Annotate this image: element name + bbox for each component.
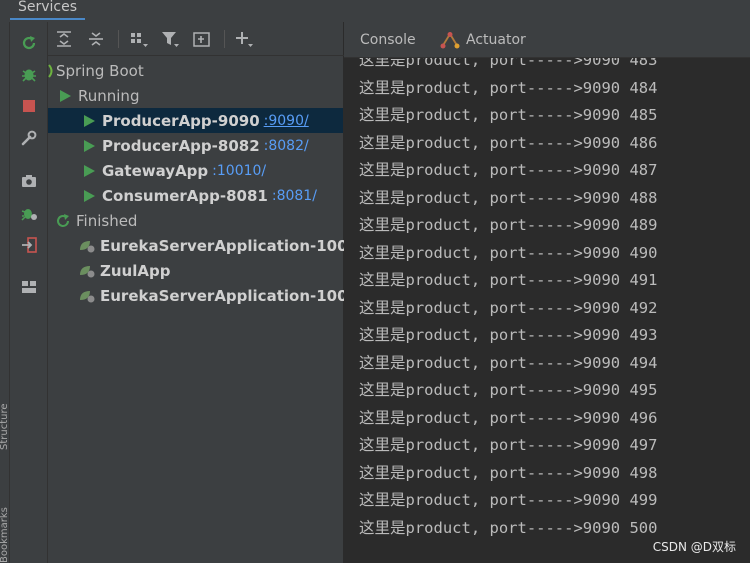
run-status-icon [80,162,98,180]
add-service-button[interactable] [233,28,255,50]
console-line: 这里是product, port----->9090 484 [359,78,658,97]
title-bar: Services [0,0,750,22]
collapse-all-icon [89,32,103,46]
rerun-icon [22,36,36,50]
console-line: 这里是product, port----->9090 493 [359,326,658,344]
app-name: ConsumerApp-8081 [102,186,268,205]
console-line: 这里是product, port----->9090 498 [359,463,658,482]
tree-item-eureka-10086[interactable]: EurekaServerApplication-10086 [78,283,344,308]
tree-item-eureka-10087[interactable]: EurekaServerApplication-10087 [78,233,344,258]
console-line: 这里是product, port----->9090 490 [359,243,658,262]
toolbar-separator [224,30,225,48]
console-tabs: Console Actuator [344,22,750,58]
filter-icon [162,32,179,47]
console-line: 这里是product, port----->9090 500 [359,518,658,537]
expand-all-icon [57,31,71,47]
app-name: ProducerApp-8082 [102,136,260,155]
console-line: 这里是product, port----->9090 487 [359,161,658,179]
tab-label: Actuator [466,32,526,48]
layout-button[interactable] [18,276,40,298]
debug-icon [22,69,36,82]
group-by-button[interactable] [128,28,150,50]
debug-settings-icon [21,209,37,221]
console-lines: 这里是product, port----->9090 483 这里是produc… [359,58,657,542]
add-icon [236,32,253,47]
console-line: 这里是product, port----->9090 495 [359,381,658,399]
run-status-icon [80,187,98,205]
new-service-icon [193,32,210,47]
debug-settings-button[interactable] [18,202,40,224]
run-status-icon [80,112,98,130]
app-name: ProducerApp-9090 [102,111,260,130]
spring-leaf-icon [48,62,54,80]
tree-node-finished[interactable]: Finished [54,208,344,233]
collapse-all-button[interactable] [85,28,107,50]
tree-item-producerapp-8082[interactable]: ProducerApp-8082 :8082/ [80,133,344,158]
tree-item-producerapp-9090[interactable]: ProducerApp-9090 :9090/ [48,108,343,133]
wrench-icon [21,130,37,146]
tree-item-zuulapp[interactable]: ZuulApp [78,258,344,283]
tree-node-spring-boot[interactable]: Spring Boot [48,58,344,83]
console-line: 这里是product, port----->9090 494 [359,353,658,372]
spring-app-icon [78,287,96,305]
actuator-icon [440,32,460,49]
console-line: 这里是product, port----->9090 499 [359,491,658,509]
tree-toolbar [48,22,344,56]
console-line: 这里是product, port----->9090 488 [359,188,658,207]
service-actions [10,22,48,563]
left-tool-strip: Structure Bookmarks [0,22,10,563]
tree-node-label: Spring Boot [56,61,144,80]
stop-button[interactable] [18,95,40,117]
login-icon [22,237,37,253]
app-name: GatewayApp [102,161,209,180]
filter-button[interactable] [159,28,181,50]
console-line: 这里是product, port----->9090 485 [359,106,658,124]
console-line: 这里是product, port----->9090 489 [359,216,658,234]
camera-icon [22,175,36,187]
tree-node-label: Running [78,86,140,105]
debug-button[interactable] [18,63,40,85]
new-service-button[interactable] [191,28,213,50]
tree-item-consumerapp-8081[interactable]: ConsumerApp-8081 :8081/ [80,183,344,208]
watermark: CSDN @D双标 [652,540,736,554]
console-line: 这里是product, port----->9090 483 [359,58,658,69]
app-name: EurekaServerApplication-10086 [100,286,344,305]
app-name: ZuulApp [100,261,171,280]
console-line: 这里是product, port----->9090 497 [359,436,658,454]
expand-all-button[interactable] [53,28,75,50]
services-tree-panel: Spring Boot Running ProducerApp-9090 :90… [48,22,344,563]
port-link[interactable]: :10010/ [212,163,266,179]
console-line: 这里是product, port----->9090 492 [359,298,658,317]
finished-rerun-icon [54,212,72,230]
console-area: Console Actuator 这里是product, port----->9… [344,22,750,563]
run-status-icon [56,87,74,105]
console-line: 这里是product, port----->9090 491 [359,271,658,289]
spring-app-icon [78,237,96,255]
app-name: EurekaServerApplication-10087 [100,236,344,255]
tab-actuator[interactable]: Actuator [440,22,526,58]
tab-label: Console [360,32,416,48]
group-by-icon [131,33,148,47]
settings-button[interactable] [18,127,40,149]
tree-node-label: Finished [76,211,138,230]
services-tab[interactable]: Services [10,0,86,20]
console-output[interactable]: 这里是product, port----->9090 483 这里是produc… [344,58,750,563]
tab-console[interactable]: Console [360,22,416,58]
rerun-button[interactable] [18,32,40,54]
port-link[interactable]: :8082/ [264,138,309,154]
run-status-icon [80,137,98,155]
snapshot-button[interactable] [18,170,40,192]
port-link[interactable]: :8081/ [272,188,317,204]
spring-app-icon [78,262,96,280]
attach-button[interactable] [18,234,40,256]
tree-node-running[interactable]: Running [56,83,344,108]
console-line: 这里是product, port----->9090 496 [359,408,658,427]
tree-item-gatewayapp[interactable]: GatewayApp :10010/ [80,158,344,183]
layout-icon [22,281,36,293]
stop-icon [23,100,35,112]
port-link[interactable]: :9090/ [264,113,309,129]
toolbar-separator [118,30,119,48]
console-line: 这里是product, port----->9090 486 [359,133,658,152]
